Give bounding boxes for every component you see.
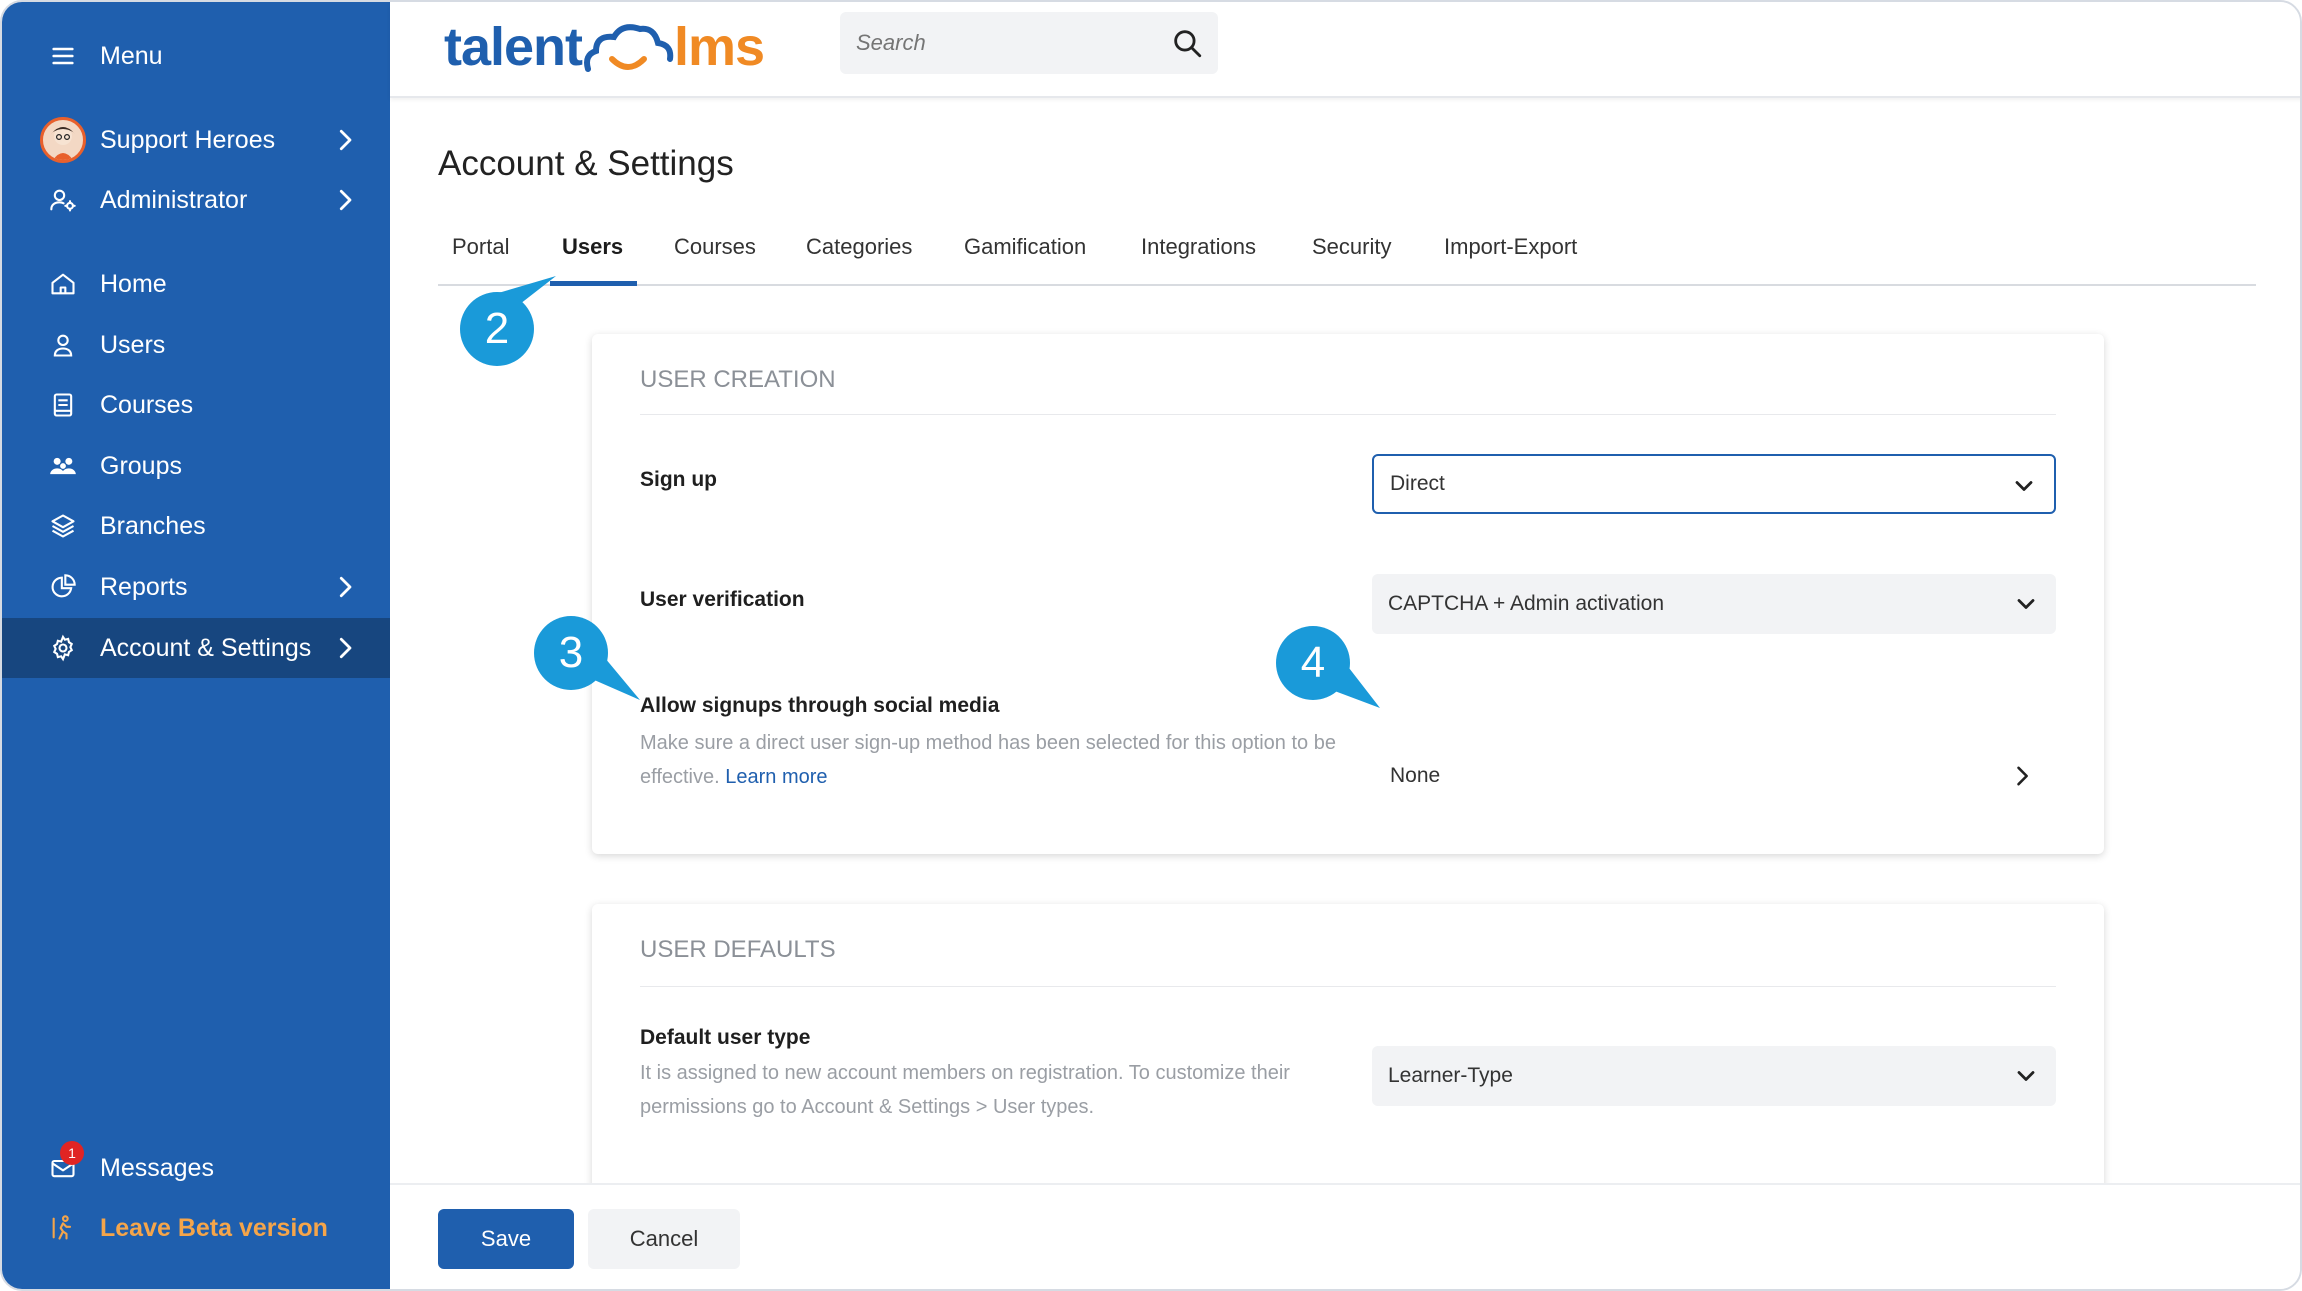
sidebar-item-label: Messages xyxy=(100,1153,214,1182)
tab-integrations[interactable]: Integrations xyxy=(1141,228,1256,286)
sidebar-item-label: Courses xyxy=(100,390,194,419)
callout-2: 2 xyxy=(460,276,556,366)
sidebar-item-messages[interactable]: 1 Messages xyxy=(2,1138,390,1198)
default-user-type-select[interactable]: Learner-Type xyxy=(1372,1046,2056,1106)
social-signup-label: Allow signups through social media xyxy=(640,694,1000,717)
divider xyxy=(640,414,2056,415)
sidebar: Menu Support Heroes Administrator Home U… xyxy=(2,2,390,1289)
tab-gamification[interactable]: Gamification xyxy=(964,228,1086,286)
leave-beta-label: Leave Beta version xyxy=(100,1213,328,1242)
tab-users[interactable]: Users xyxy=(550,228,638,286)
sidebar-item-branches[interactable]: Branches xyxy=(2,496,390,556)
group-icon xyxy=(48,451,78,481)
default-user-type-label: Default user type xyxy=(640,1026,811,1049)
page-title: Account & Settings xyxy=(438,144,734,183)
tab-security[interactable]: Security xyxy=(1312,228,1391,286)
form-footer: Save Cancel xyxy=(390,1183,2300,1289)
verification-select[interactable]: CAPTCHA + Admin activation xyxy=(1372,574,2056,634)
sidebar-item-users[interactable]: Users xyxy=(2,315,390,375)
hamburger-icon xyxy=(48,41,78,71)
chevron-right-icon xyxy=(2017,766,2028,786)
verification-label: User verification xyxy=(640,588,805,611)
chevron-right-icon xyxy=(339,129,352,151)
tab-portal[interactable]: Portal xyxy=(452,228,509,286)
user-defaults-card: USER DEFAULTS Default user type It is as… xyxy=(592,904,2104,1204)
book-icon xyxy=(48,390,78,420)
role-label: Administrator xyxy=(100,185,248,214)
home-icon xyxy=(48,269,78,299)
section-title: USER DEFAULTS xyxy=(640,936,836,963)
user-icon xyxy=(48,330,78,360)
menu-toggle[interactable]: Menu xyxy=(2,26,390,86)
layers-icon xyxy=(48,511,78,541)
talentlms-logo[interactable]: talent lms xyxy=(444,12,765,82)
sidebar-item-label: Account & Settings xyxy=(100,633,312,662)
chevron-right-icon xyxy=(339,189,352,211)
chevron-down-icon xyxy=(2015,481,2033,491)
leave-beta-link[interactable]: Leave Beta version xyxy=(2,1198,390,1258)
chevron-down-icon xyxy=(2017,1071,2035,1081)
envelope-icon: 1 xyxy=(48,1141,84,1183)
cloud-logo-icon xyxy=(584,24,674,72)
menu-label: Menu xyxy=(100,41,163,70)
settings-tabs: Portal Users Courses Categories Gamifica… xyxy=(438,228,2256,286)
role-switcher[interactable]: Administrator xyxy=(2,170,390,230)
search-icon[interactable] xyxy=(1170,26,1204,60)
tab-courses[interactable]: Courses xyxy=(674,228,756,286)
sidebar-item-label: Home xyxy=(100,269,167,298)
cancel-button[interactable]: Cancel xyxy=(588,1209,740,1269)
sidebar-item-label: Reports xyxy=(100,572,188,601)
app-window: Menu Support Heroes Administrator Home U… xyxy=(0,0,2302,1291)
social-signup-value-row[interactable]: None xyxy=(1372,746,2056,806)
sidebar-item-label: Branches xyxy=(100,511,206,540)
top-header: talent lms xyxy=(390,2,2300,98)
search-input[interactable] xyxy=(856,30,1156,56)
tab-categories[interactable]: Categories xyxy=(806,228,912,286)
unread-badge: 1 xyxy=(60,1141,84,1165)
signup-select[interactable]: Direct xyxy=(1372,454,2056,514)
chevron-right-icon xyxy=(339,576,352,598)
avatar xyxy=(40,117,86,163)
tab-import-export[interactable]: Import-Export xyxy=(1444,228,1577,286)
divider xyxy=(640,986,2056,987)
account-switcher[interactable]: Support Heroes xyxy=(2,110,390,170)
sidebar-item-label: Users xyxy=(100,330,166,359)
user-creation-card: USER CREATION Sign up Direct User verifi… xyxy=(592,334,2104,854)
chevron-down-icon xyxy=(2017,599,2035,609)
exit-walk-icon xyxy=(48,1213,78,1243)
sidebar-item-courses[interactable]: Courses xyxy=(2,375,390,435)
sidebar-item-groups[interactable]: Groups xyxy=(2,436,390,496)
sidebar-item-home[interactable]: Home xyxy=(2,254,390,314)
search-box xyxy=(840,12,1218,74)
default-user-type-help: It is assigned to new account members on… xyxy=(640,1062,1290,1118)
pie-chart-icon xyxy=(48,572,78,602)
user-gear-icon xyxy=(48,185,78,215)
callout-4: 4 xyxy=(1276,626,1380,708)
sidebar-item-account-settings[interactable]: Account & Settings xyxy=(2,618,390,678)
sidebar-item-reports[interactable]: Reports xyxy=(2,557,390,617)
chevron-right-icon xyxy=(339,637,352,659)
social-signup-help: Make sure a direct user sign-up method h… xyxy=(640,732,1336,788)
save-button[interactable]: Save xyxy=(438,1209,574,1269)
signup-label: Sign up xyxy=(640,468,717,491)
learn-more-link[interactable]: Learn more xyxy=(725,766,827,788)
section-title: USER CREATION xyxy=(640,366,836,393)
account-label: Support Heroes xyxy=(100,125,276,154)
gear-icon xyxy=(48,633,78,663)
sidebar-item-label: Groups xyxy=(100,451,182,480)
callout-3: 3 xyxy=(534,616,640,700)
